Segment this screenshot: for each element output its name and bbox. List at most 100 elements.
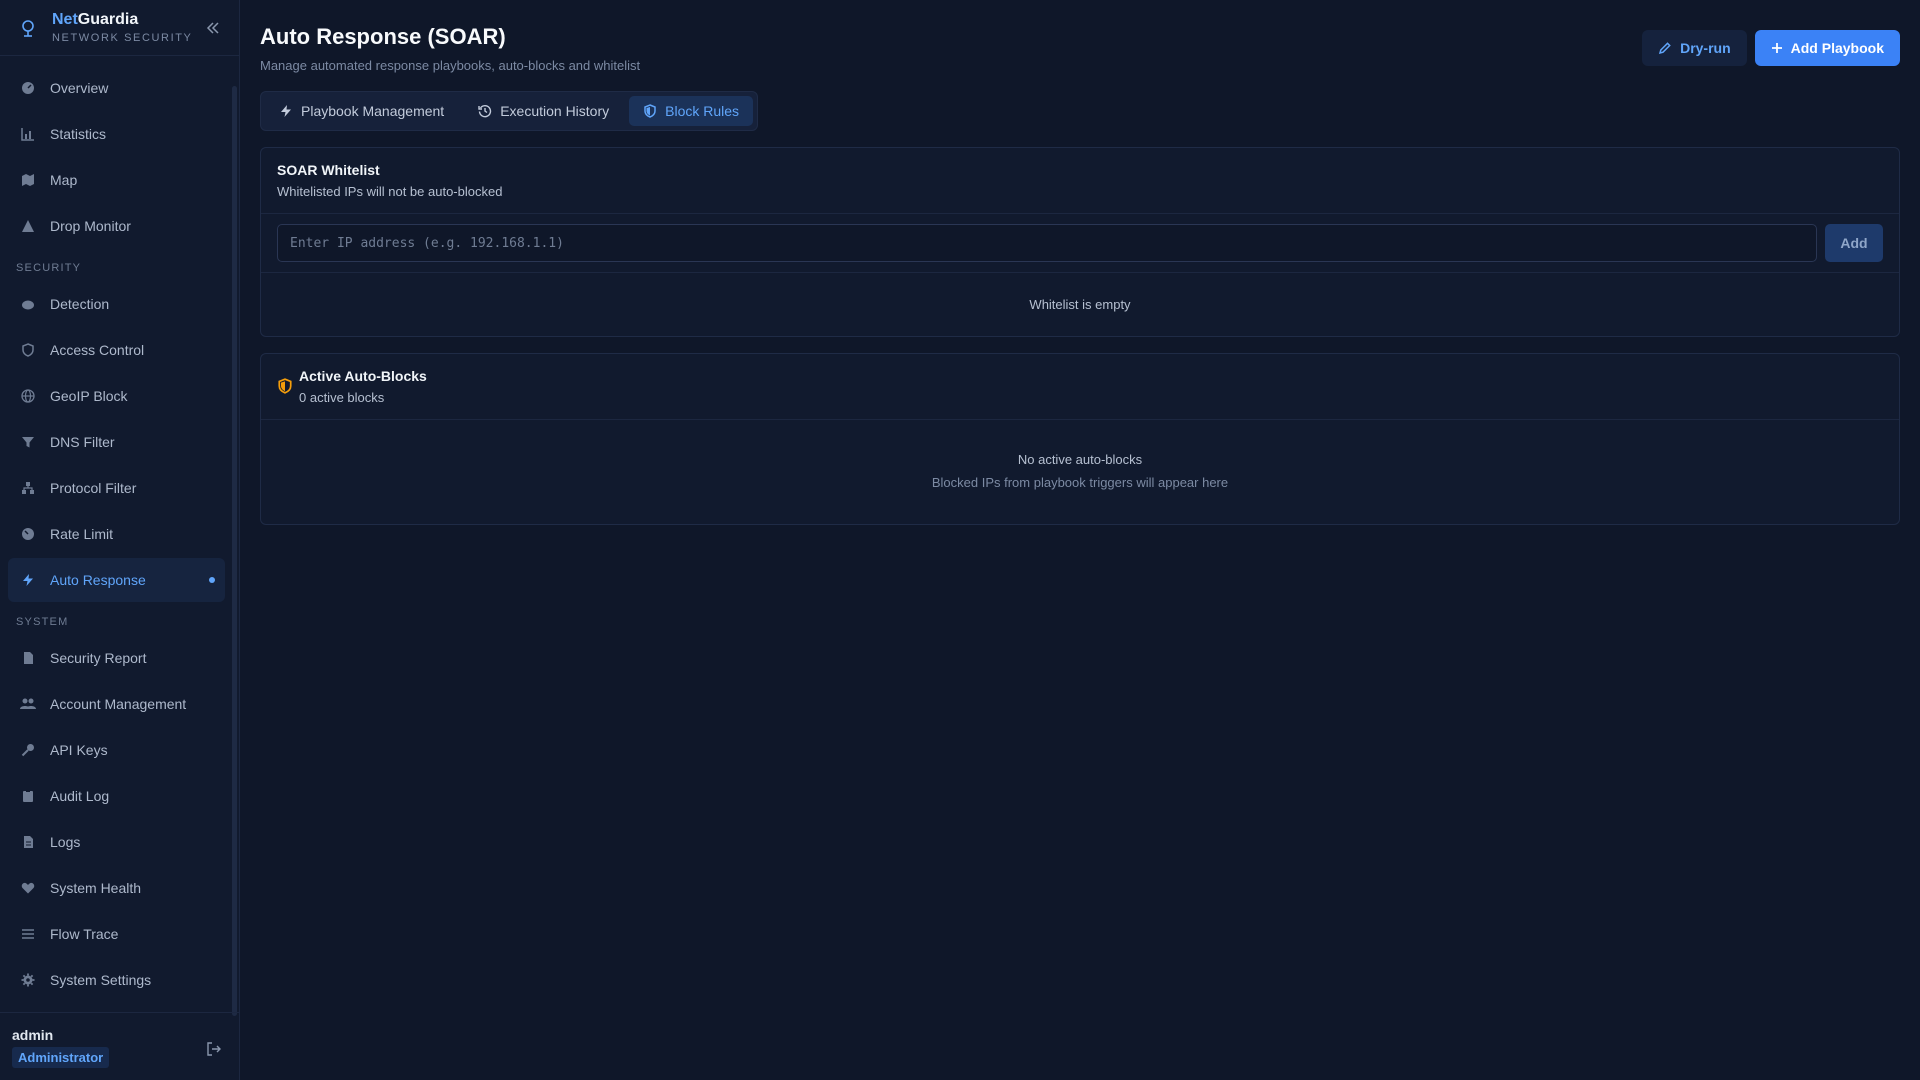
auto-blocks-card: Active Auto-Blocks 0 active blocks No ac… bbox=[260, 353, 1900, 525]
sidebar-item-security-report[interactable]: Security Report bbox=[8, 636, 225, 680]
sidebar-item-label: Logs bbox=[50, 834, 81, 850]
dry-run-label: Dry-run bbox=[1680, 40, 1731, 56]
sidebar: NetGuardia NETWORK SECURITY Overview Sta… bbox=[0, 0, 240, 1080]
tab-bar: Playbook Management Execution History Bl… bbox=[260, 91, 759, 131]
whitelist-empty-state: Whitelist is empty bbox=[1029, 297, 1131, 312]
chevrons-left-icon bbox=[206, 22, 219, 34]
filter-icon bbox=[20, 434, 36, 450]
heart-pulse-icon bbox=[20, 880, 36, 896]
sidebar-item-label: System Settings bbox=[50, 972, 152, 988]
clipboard-icon bbox=[20, 788, 36, 804]
sidebar-item-label: Detection bbox=[50, 296, 110, 312]
active-indicator-dot bbox=[209, 577, 215, 583]
sidebar-item-label: Overview bbox=[50, 80, 109, 96]
sidebar-item-auto-response[interactable]: Auto Response bbox=[8, 558, 225, 602]
auto-blocks-empty-state: No active auto-blocks Blocked IPs from p… bbox=[261, 420, 1899, 524]
sidebar-item-label: Rate Limit bbox=[50, 526, 114, 542]
main-content: Auto Response (SOAR) Manage automated re… bbox=[260, 0, 1900, 525]
logout-icon bbox=[207, 1042, 221, 1056]
tab-label: Playbook Management bbox=[301, 103, 445, 119]
file-icon bbox=[20, 834, 36, 850]
list-icon bbox=[20, 926, 36, 942]
shield-icon bbox=[644, 104, 656, 118]
sidebar-item-system-settings[interactable]: System Settings bbox=[8, 958, 225, 1002]
sidebar-item-protocol-filter[interactable]: Protocol Filter bbox=[8, 466, 225, 510]
ip-address-input[interactable] bbox=[277, 224, 1817, 262]
sidebar-item-geoip-block[interactable]: GeoIP Block bbox=[8, 374, 225, 418]
bolt-icon bbox=[20, 572, 36, 588]
sidebar-item-dns-filter[interactable]: DNS Filter bbox=[8, 420, 225, 464]
user-profile: admin Administrator bbox=[0, 1012, 240, 1080]
gear-icon bbox=[20, 972, 36, 988]
sidebar-item-flow-trace[interactable]: Flow Trace bbox=[8, 912, 225, 956]
shield-warning-icon bbox=[278, 378, 292, 394]
sidebar-item-label: GeoIP Block bbox=[50, 388, 128, 404]
plus-icon bbox=[1771, 43, 1782, 53]
whitelist-card: SOAR Whitelist Whitelisted IPs will not … bbox=[260, 147, 1900, 337]
users-icon bbox=[20, 696, 36, 712]
nav-section-security: SECURITY bbox=[16, 262, 82, 274]
tab-execution-history[interactable]: Execution History bbox=[464, 96, 623, 126]
brand: NetGuardia NETWORK SECURITY bbox=[0, 0, 239, 56]
whitelist-description: Whitelisted IPs will not be auto-blocked bbox=[277, 184, 503, 199]
auto-blocks-card-header: Active Auto-Blocks 0 active blocks bbox=[261, 354, 1899, 420]
pencil-icon bbox=[1659, 42, 1671, 55]
brand-name-prefix: Net bbox=[52, 11, 78, 29]
sidebar-item-label: Statistics bbox=[50, 126, 107, 142]
tab-block-rules[interactable]: Block Rules bbox=[629, 96, 754, 126]
sidebar-item-label: Flow Trace bbox=[50, 926, 119, 942]
bar-chart-icon bbox=[20, 126, 36, 142]
key-icon bbox=[20, 742, 36, 758]
document-icon bbox=[20, 650, 36, 666]
sidebar-item-rate-limit[interactable]: Rate Limit bbox=[8, 512, 225, 556]
auto-blocks-count: 0 active blocks bbox=[299, 390, 385, 405]
user-name: admin bbox=[12, 1027, 54, 1043]
header-actions: Dry-run Add Playbook bbox=[1642, 30, 1900, 66]
sidebar-item-system-health[interactable]: System Health bbox=[8, 866, 225, 910]
auto-blocks-title: Active Auto-Blocks bbox=[299, 368, 427, 384]
gauge-icon bbox=[20, 80, 36, 96]
collapse-sidebar-button[interactable] bbox=[203, 18, 223, 38]
whitelist-input-row: Add bbox=[261, 214, 1899, 273]
sidebar-item-overview[interactable]: Overview bbox=[8, 66, 225, 110]
sidebar-item-detection[interactable]: Detection bbox=[8, 282, 225, 326]
history-icon bbox=[478, 105, 492, 118]
gauge-icon bbox=[20, 526, 36, 542]
brand-subtitle: NETWORK SECURITY bbox=[52, 31, 193, 44]
tab-playbook-management[interactable]: Playbook Management bbox=[265, 96, 458, 126]
logo-icon bbox=[22, 19, 34, 37]
brand-name-suffix: Guardia bbox=[77, 11, 139, 29]
sidebar-nav: Overview Statistics Map Drop Monitor SEC… bbox=[0, 56, 239, 1016]
sidebar-item-label: Drop Monitor bbox=[50, 218, 131, 234]
sidebar-item-statistics[interactable]: Statistics bbox=[8, 112, 225, 156]
sidebar-item-label: DNS Filter bbox=[50, 434, 115, 450]
warning-icon bbox=[20, 218, 36, 234]
sidebar-item-label: Protocol Filter bbox=[50, 480, 137, 496]
network-icon bbox=[20, 480, 36, 496]
dry-run-button[interactable]: Dry-run bbox=[1642, 30, 1747, 66]
sidebar-item-audit-log[interactable]: Audit Log bbox=[8, 774, 225, 818]
sidebar-item-label: Auto Response bbox=[50, 572, 146, 588]
logout-button[interactable] bbox=[206, 1041, 224, 1059]
sidebar-item-map[interactable]: Map bbox=[8, 158, 225, 202]
bolt-icon bbox=[281, 105, 291, 117]
sidebar-item-logs[interactable]: Logs bbox=[8, 820, 225, 864]
map-icon bbox=[20, 172, 36, 188]
tab-label: Execution History bbox=[500, 103, 610, 119]
globe-icon bbox=[20, 388, 36, 404]
nav-section-system: SYSTEM bbox=[16, 616, 69, 628]
brand-name: NetGuardia bbox=[52, 11, 193, 29]
sidebar-scrollbar[interactable] bbox=[232, 86, 237, 1016]
sidebar-item-account-management[interactable]: Account Management bbox=[8, 682, 225, 726]
sidebar-item-label: System Health bbox=[50, 880, 142, 896]
sidebar-item-label: API Keys bbox=[50, 742, 108, 758]
sidebar-item-access-control[interactable]: Access Control bbox=[8, 328, 225, 372]
sidebar-item-api-keys[interactable]: API Keys bbox=[8, 728, 225, 772]
sidebar-item-drop-monitor[interactable]: Drop Monitor bbox=[8, 204, 225, 248]
add-playbook-button[interactable]: Add Playbook bbox=[1754, 30, 1900, 66]
auto-blocks-empty-hint: Blocked IPs from playbook triggers will … bbox=[931, 475, 1229, 490]
sidebar-item-label: Security Report bbox=[50, 650, 147, 666]
whitelist-card-header: SOAR Whitelist Whitelisted IPs will not … bbox=[261, 148, 1899, 214]
whitelist-title: SOAR Whitelist bbox=[277, 162, 380, 178]
add-ip-button[interactable]: Add bbox=[1825, 224, 1883, 262]
